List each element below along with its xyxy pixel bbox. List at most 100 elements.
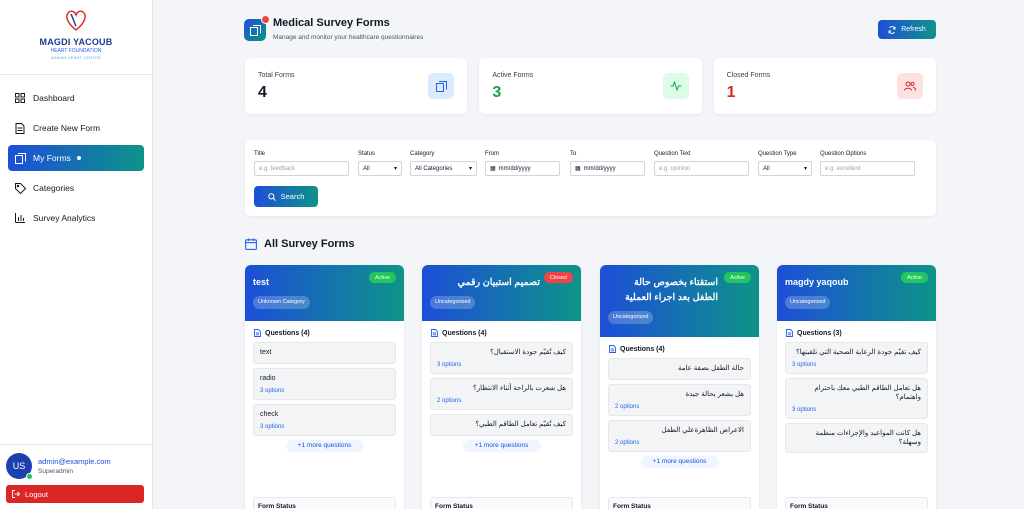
status-badge: Active (901, 272, 928, 283)
status-badge: Active (724, 272, 751, 283)
category-select-value: All Categories (415, 165, 453, 172)
question-item: هل تعامل الطاقم الطبي معك باحترام واهتما… (785, 378, 928, 419)
user-profile[interactable]: US admin@example.com Superadmin (6, 453, 147, 480)
card-title: استقتاء بخصوص حالة الطفل بعد اجراء العمل… (624, 277, 718, 303)
question-options-input[interactable]: e.g. excellent (820, 161, 915, 176)
search-button[interactable]: Search (254, 186, 318, 207)
to-date-label: To (570, 151, 577, 157)
sidebar-nav: Dashboard Create New Form My Forms Categ… (0, 75, 152, 231)
sidebar-item-categories[interactable]: Categories (8, 175, 144, 201)
user-role: Superadmin (38, 468, 74, 475)
question-text: كيف تقيّم جودة الرعاية الصحية التي تلقيت… (796, 349, 921, 356)
question-type-select[interactable]: All ▾ (758, 161, 812, 176)
more-questions-link[interactable]: +1 more questions (285, 440, 364, 452)
section-title: All Survey Forms (245, 236, 354, 252)
form-card[interactable]: magdy yaqoub Active Uncategorized Questi… (777, 265, 936, 509)
online-status-indicator (26, 473, 33, 480)
question-item: radio 3 options (253, 368, 396, 400)
status-badge: Active (369, 272, 396, 283)
more-questions-link[interactable]: +1 more questions (462, 440, 541, 452)
question-list: كيف تقيّم جودة الرعاية الصحية التي تلقيت… (777, 337, 936, 453)
refresh-icon (888, 25, 896, 34)
question-item: كيف تُقيّم جودة الاستقبال؟ 3 options (430, 342, 573, 374)
question-text-input[interactable]: e.g. opinion (654, 161, 749, 176)
sidebar-item-my-forms[interactable]: My Forms (8, 145, 144, 171)
question-list: حالة الطفل بصفة عامة هل يشعر بحالة جيدة … (600, 353, 759, 468)
question-text: كيف تُقيّم جودة الاستقبال؟ (489, 349, 566, 356)
form-status-section: Form Status (785, 497, 928, 509)
sidebar-item-survey-analytics[interactable]: Survey Analytics (8, 205, 144, 231)
chevron-down-icon: ▾ (468, 166, 472, 172)
forms-grid: test Active Unknown Category Questions (… (245, 265, 936, 509)
form-card[interactable]: تصميم استبيان رقمي Closed Uncategorized … (422, 265, 581, 509)
stat-label: Active Forms (492, 72, 534, 79)
category-badge: Uncategorized (785, 296, 831, 309)
question-options-count: 2 options (615, 404, 640, 410)
card-header: test Active Unknown Category (245, 265, 404, 321)
chevron-down-icon: ▾ (803, 166, 807, 172)
document-icon (609, 345, 616, 353)
from-date-label: From (485, 151, 499, 157)
card-title: magdy yaqoub (785, 277, 849, 287)
calendar-icon: ▦ (575, 166, 581, 172)
forms-icon (428, 73, 455, 99)
questions-count: Questions (3) (797, 329, 842, 337)
question-options-count: 3 options (260, 388, 285, 394)
category-select[interactable]: All Categories ▾ (410, 161, 477, 176)
form-card[interactable]: test Active Unknown Category Questions (… (245, 265, 404, 509)
sidebar-item-dashboard[interactable]: Dashboard (8, 85, 144, 111)
form-card[interactable]: استقتاء بخصوص حالة الطفل بعد اجراء العمل… (600, 265, 759, 509)
section-title-text: All Survey Forms (264, 238, 355, 250)
question-text: حالة الطفل بصفة عامة (678, 365, 744, 372)
more-questions-link[interactable]: +1 more questions (640, 456, 719, 468)
grid-icon (14, 92, 26, 104)
users-icon (896, 73, 923, 99)
to-date-value: mm/dd/yyyy (583, 165, 616, 172)
question-item: text (253, 342, 396, 364)
bar-chart-icon (14, 212, 26, 224)
question-type-value: All (763, 165, 770, 172)
refresh-button[interactable]: Refresh (878, 20, 936, 39)
stat-card-active: Active Forms 3 (479, 58, 702, 114)
question-text: هل تعامل الطاقم الطبي معك باحترام واهتما… (814, 385, 921, 401)
from-date-input[interactable]: ▦ mm/dd/yyyy (485, 161, 560, 176)
chevron-down-icon: ▾ (393, 166, 397, 172)
question-options-count: 3 options (792, 362, 817, 368)
question-text: هل يشعر بحالة جيدة (685, 391, 744, 398)
brand-subtitle-2: ASWAN HEART CENTER (50, 55, 102, 60)
card-title: تصميم استبيان رقمي (457, 277, 540, 288)
search-label: Search (280, 192, 305, 201)
title-filter-input[interactable]: e.g. feedback (254, 161, 349, 176)
stat-card-closed: Closed Forms 1 (713, 58, 936, 114)
to-date-input[interactable]: ▦ mm/dd/yyyy (570, 161, 645, 176)
form-status-section: Form Status (253, 497, 396, 509)
document-icon (431, 329, 438, 337)
question-options-count: 3 options (792, 407, 817, 413)
question-options-count: 2 options (437, 398, 462, 404)
forms-header-icon (244, 15, 270, 41)
card-header: استقتاء بخصوص حالة الطفل بعد اجراء العمل… (600, 265, 759, 337)
document-icon (786, 329, 793, 337)
status-select[interactable]: All ▾ (358, 161, 402, 176)
question-item: كيف تُقيّم تعامل الطاقم الطبي؟ (430, 414, 573, 436)
question-item: حالة الطفل بصفة عامة (608, 358, 751, 380)
category-badge: Unknown Category (253, 296, 310, 309)
sidebar-item-create-form[interactable]: Create New Form (8, 115, 144, 141)
logout-button[interactable]: Logout (6, 485, 144, 503)
brand-subtitle: HEART FOUNDATION (50, 48, 102, 54)
questions-header: Questions (4) (600, 337, 759, 353)
filter-panel: Title e.g. feedback Status All ▾ Categor… (245, 140, 936, 216)
question-text-label: Question Text (654, 151, 691, 157)
category-filter-label: Category (410, 151, 435, 157)
sidebar-item-label: Categories (33, 183, 75, 193)
question-item: هل يشعر بحالة جيدة 2 options (608, 384, 751, 416)
question-text: الاعراض الظاهرةعلي الطفل (661, 427, 744, 434)
question-options-count: 3 options (437, 362, 462, 368)
sidebar-item-label: Survey Analytics (33, 213, 96, 223)
question-options-count: 2 options (615, 440, 640, 446)
page-title: Medical Survey Forms (273, 17, 390, 29)
search-icon (267, 192, 276, 201)
question-text: هل كانت المواعيد والإجراءات منظمة وسهلة؟ (815, 430, 921, 446)
page-subtitle: Manage and monitor your healthcare quest… (273, 34, 424, 41)
sidebar-footer: US admin@example.com Superadmin Logout (0, 444, 153, 509)
